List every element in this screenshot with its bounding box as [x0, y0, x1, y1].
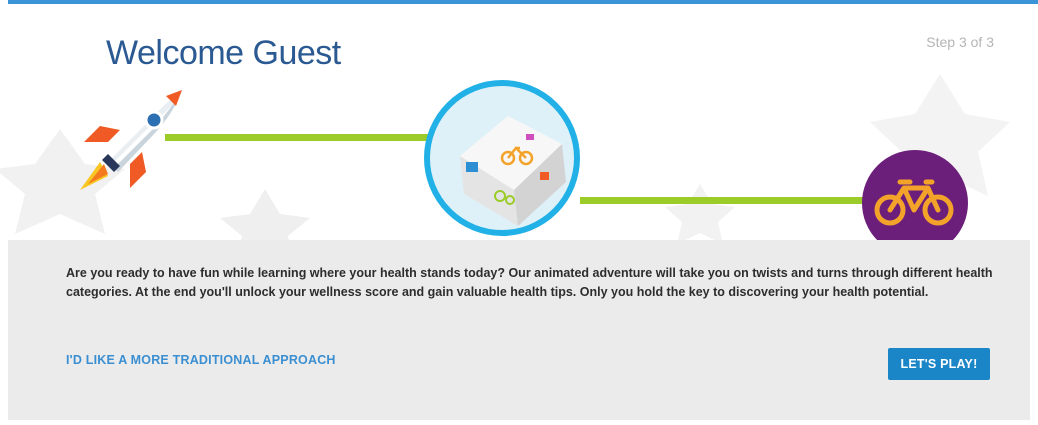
lets-play-button[interactable]: LET'S PLAY! — [888, 348, 990, 380]
rocket-icon — [80, 90, 182, 190]
cube-icon — [460, 116, 566, 226]
bicycle-icon — [874, 179, 954, 226]
intro-text: Are you ready to have fun while learning… — [66, 266, 993, 299]
cube-badge — [424, 80, 580, 236]
step-indicator: Step 3 of 3 — [926, 34, 994, 50]
traditional-approach-link[interactable]: I'D LIKE A MORE TRADITIONAL APPROACH — [66, 353, 336, 367]
hero-illustration: Welcome Guest Step 3 of 3 — [0, 4, 1038, 242]
intro-panel: Are you ready to have fun while learning… — [8, 240, 1030, 420]
progress-track — [165, 134, 435, 141]
progress-track — [580, 197, 865, 204]
page-title: Welcome Guest — [106, 34, 341, 72]
